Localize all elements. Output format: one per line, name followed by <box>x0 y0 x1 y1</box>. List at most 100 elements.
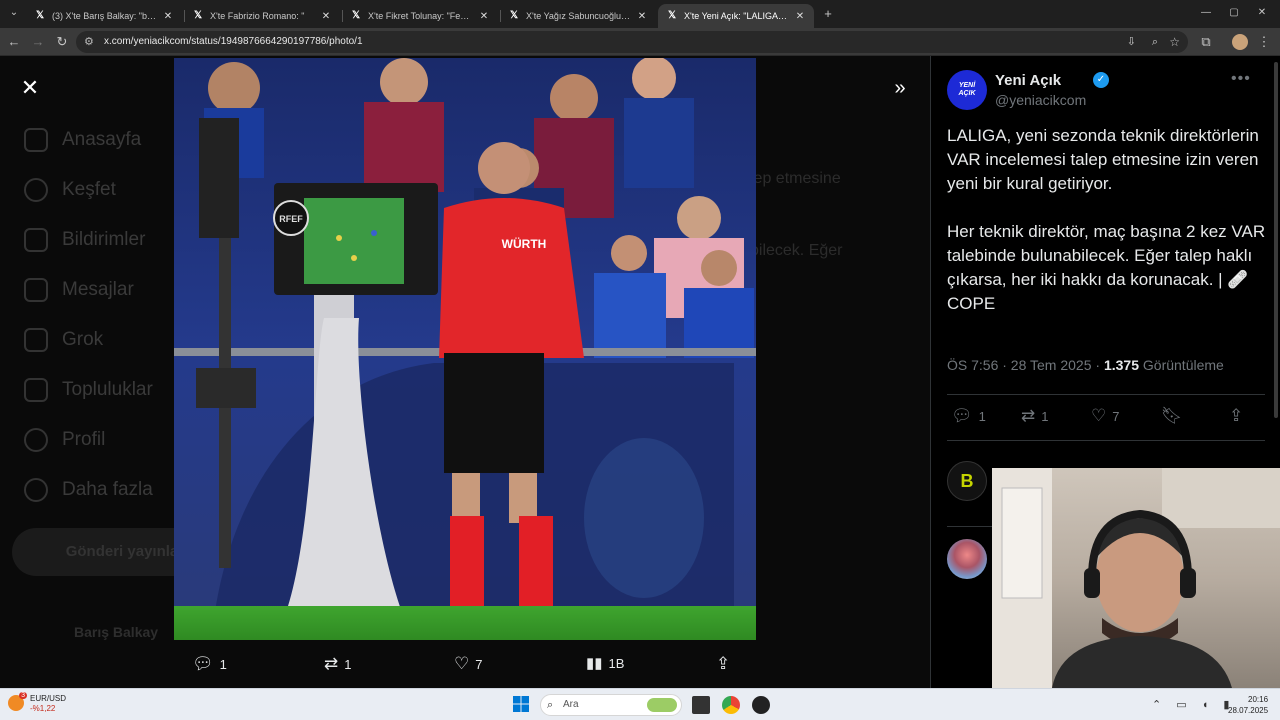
url-text: x.com/yeniacikcom/status/194987666429019… <box>104 36 363 47</box>
task-view-icon[interactable] <box>692 696 710 714</box>
author-name[interactable]: Yeni Açık <box>995 72 1061 89</box>
nav-home: Anasayfa <box>24 128 141 152</box>
x-icon: 𝕏 <box>35 10 45 21</box>
stock-ticker-widget[interactable]: 3 EUR/USD -%1,22 <box>8 692 67 713</box>
market-icon: 3 <box>8 692 27 711</box>
like-button[interactable]: ♡ 7 <box>1091 406 1119 426</box>
browser-tab-active[interactable]: 𝕏 X'te Yeni Açık: "LALIGA, yeni se ✕ <box>658 4 814 28</box>
x-icon: 𝕏 <box>351 10 361 21</box>
windows-start-icon[interactable] <box>513 696 529 712</box>
reply-author-avatar[interactable] <box>947 539 987 579</box>
reply-button[interactable]: 💬︎ 1 <box>951 406 986 426</box>
taskbar-search[interactable]: ⌕ Ara <box>540 694 682 716</box>
nav-more: Daha fazla <box>24 478 153 502</box>
views-button[interactable]: ▮▮ 1B <box>586 654 624 672</box>
divider <box>947 394 1265 395</box>
address-bar[interactable]: ⚙ x.com/yeniacikcom/status/1949876664290… <box>76 31 1188 53</box>
tweet-text: LALIGA, yeni sezonda teknik direktörleri… <box>947 126 1266 313</box>
taskbar-clock[interactable]: 20:16 28.07.2025 <box>1228 694 1268 716</box>
repost-button[interactable]: ⇄ 1 <box>1021 406 1048 426</box>
bookmark-button[interactable]: 🔖︎ <box>1161 406 1183 426</box>
tab-title: X'te Yeni Açık: "LALIGA, yeni se <box>684 11 788 21</box>
repost-icon: ⇄ <box>324 654 339 673</box>
close-tab-icon[interactable]: ✕ <box>794 11 806 22</box>
heart-icon: ♡ <box>454 654 470 673</box>
photo-action-bar: 💬︎ 1 ⇄ 1 ♡ 7 ▮▮ 1B ⇪ <box>174 646 756 682</box>
repost-button[interactable]: ⇄ 1 <box>324 654 351 674</box>
tab-title: X'te Yağız Sabuncuoğlu: "@afr <box>526 11 630 21</box>
verified-badge-icon: ✓ <box>1093 72 1109 88</box>
nav-grok: Grok <box>24 328 103 352</box>
system-tray-icons[interactable]: ⌃ ▭ ◖ ▮ <box>1152 698 1235 711</box>
reply-icon: 💬︎ <box>192 654 214 673</box>
browser-tab[interactable]: 𝕏 X'te Fabrizio Romano: " ✕ <box>184 4 340 28</box>
browser-toolbar: ← → ↻ ⚙ x.com/yeniacikcom/status/1949876… <box>0 28 1280 56</box>
x-icon: 𝕏 <box>509 10 519 21</box>
search-highlight-icon <box>647 698 677 712</box>
tab-title: X'te Fikret Tolunay: "Fenerbahç <box>368 11 472 21</box>
bookmark-star-icon[interactable]: ☆ <box>1169 31 1180 53</box>
like-button[interactable]: ♡ 7 <box>454 654 482 674</box>
ticker-pair: EUR/USD <box>30 694 67 703</box>
menu-icon[interactable]: ⋮ <box>1256 34 1272 50</box>
nav-explore: Keşfet <box>24 178 116 202</box>
tab-title: X'te Fabrizio Romano: " <box>210 11 305 21</box>
share-icon: ⇪ <box>716 654 731 673</box>
reply-icon: 💬︎ <box>951 406 973 425</box>
tweet-photo[interactable]: RFEF WÜRTH <box>174 58 756 640</box>
main-area: Anasayfa Keşfet Bildirimler Mesajlar Gro… <box>0 56 1280 688</box>
forward-icon[interactable]: → <box>30 34 46 50</box>
divider <box>947 440 1265 441</box>
chrome-taskbar-icon[interactable] <box>722 696 740 714</box>
author-avatar[interactable]: YENİ AÇIK <box>947 70 987 110</box>
scrollbar[interactable] <box>1274 62 1278 418</box>
browser-tab[interactable]: 𝕏 X'te Fikret Tolunay: "Fenerbahç ✕ <box>342 4 498 28</box>
profile-avatar[interactable] <box>1232 34 1248 50</box>
tweet-timestamp[interactable]: ÖS 7:56 · 28 Tem 2025 · <box>947 357 1104 373</box>
obs-taskbar-icon[interactable] <box>752 696 770 714</box>
nav-profile: Profil <box>24 428 105 452</box>
window-close-icon[interactable]: ✕ <box>1254 5 1270 21</box>
site-info-icon[interactable]: ⚙ <box>84 31 94 53</box>
x-icon: 𝕏 <box>667 10 677 21</box>
var-review-photo: RFEF WÜRTH <box>174 58 756 640</box>
close-tab-icon[interactable]: ✕ <box>162 11 174 22</box>
back-icon[interactable]: ← <box>6 34 22 50</box>
install-app-icon[interactable]: ⇩ <box>1127 31 1136 53</box>
share-icon: ⇪ <box>1229 406 1244 425</box>
close-photo-icon[interactable]: ✕ <box>18 76 42 100</box>
minimize-icon[interactable]: — <box>1198 5 1214 21</box>
webcam-overlay <box>992 468 1280 688</box>
author-handle[interactable]: @yeniacikcom <box>995 92 1086 108</box>
zoom-icon[interactable]: ⌕ <box>1152 31 1158 53</box>
reply-author-avatar[interactable]: B <box>947 461 987 501</box>
close-tab-icon[interactable]: ✕ <box>636 11 648 22</box>
notification-badge: 3 <box>19 692 27 699</box>
maximize-icon[interactable]: ▢ <box>1226 5 1242 21</box>
close-tab-icon[interactable]: ✕ <box>320 11 332 22</box>
share-button[interactable]: ⇪ <box>1229 406 1243 426</box>
bookmark-icon: 🔖︎ <box>1161 406 1183 425</box>
close-tab-icon[interactable]: ✕ <box>478 11 490 22</box>
share-button[interactable]: ⇪ <box>716 654 730 674</box>
reply-button[interactable]: 💬︎ 1 <box>192 654 227 674</box>
account-name-dim: Barış Balkay <box>74 624 159 640</box>
views-chart-icon: ▮▮ <box>586 655 603 672</box>
search-placeholder: Ara <box>563 699 579 710</box>
views-label: Görüntüleme <box>1139 357 1224 373</box>
timeline-fragment: bilecek. Eğer <box>750 242 843 259</box>
rfef-badge-text: RFEF <box>279 214 303 224</box>
new-tab-icon[interactable]: + <box>820 6 836 22</box>
tab-title: (3) X'te Barış Balkay: "başladık <box>52 11 156 21</box>
browser-tab[interactable]: 𝕏 (3) X'te Barış Balkay: "başladık ✕ <box>26 4 182 28</box>
browser-tab[interactable]: 𝕏 X'te Yağız Sabuncuoğlu: "@afr ✕ <box>500 4 656 28</box>
tweet-meta: ÖS 7:56 · 28 Tem 2025 · 1.375 Görüntülem… <box>947 357 1224 373</box>
more-options-icon[interactable]: ••• <box>1231 70 1251 88</box>
repost-icon: ⇄ <box>1021 406 1036 425</box>
expand-panel-icon[interactable]: » <box>888 76 912 100</box>
reload-icon[interactable]: ↻ <box>54 34 70 50</box>
nav-messages: Mesajlar <box>24 278 134 302</box>
extensions-icon[interactable]: ⧉ <box>1198 34 1214 50</box>
heart-icon: ♡ <box>1091 406 1107 425</box>
tab-search-icon[interactable]: ⌄ <box>6 5 22 21</box>
